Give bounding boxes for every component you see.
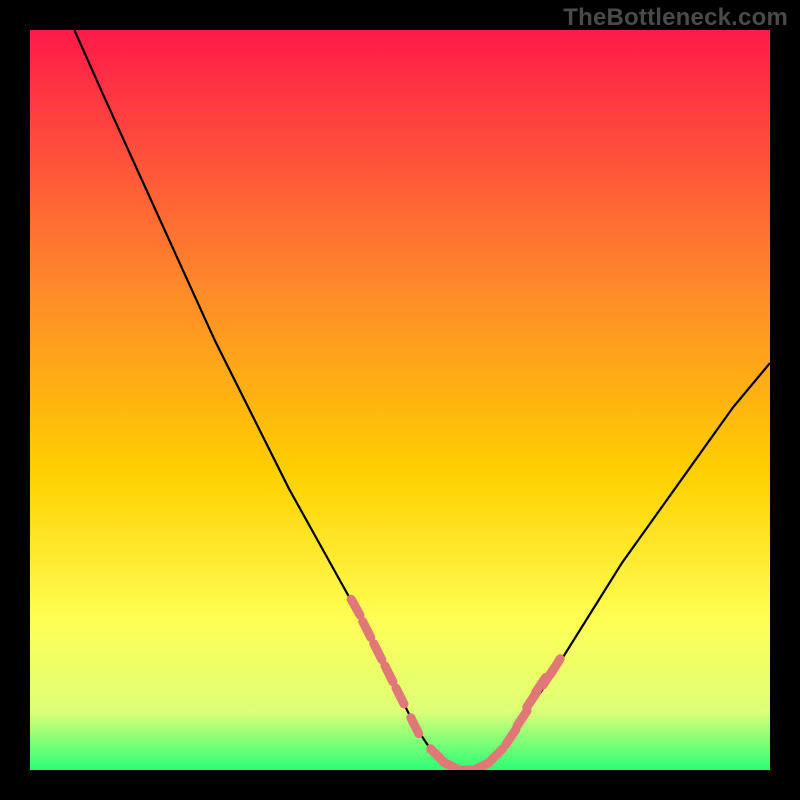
watermark-text: TheBottleneck.com (563, 4, 788, 32)
plot-area (30, 30, 770, 770)
gradient-background (30, 30, 770, 770)
chart-frame: TheBottleneck.com (0, 0, 800, 800)
chart-svg (30, 30, 770, 770)
